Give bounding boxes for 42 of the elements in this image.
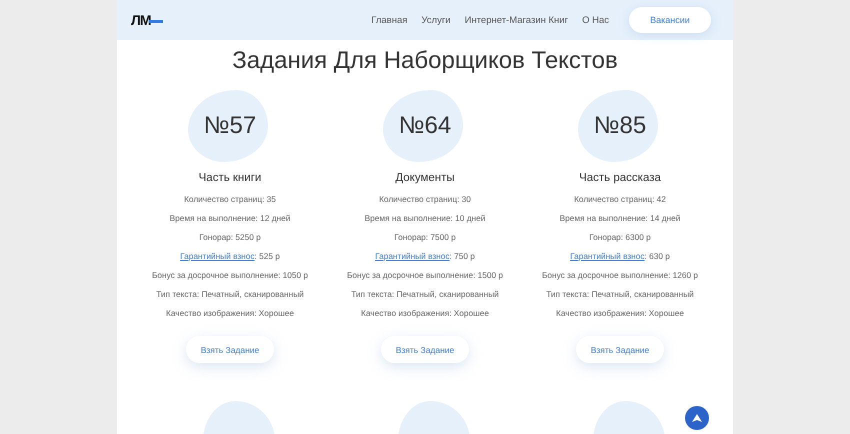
scroll-top-button[interactable]	[685, 406, 709, 430]
info-line: Тип текста: Печатный, сканированный	[351, 288, 499, 301]
deposit-link[interactable]: Гарантийный взнос	[570, 251, 645, 261]
info-line: Гонорар: 5250 р	[199, 231, 261, 244]
info-line: Гарантийный взнос: 525 р	[180, 250, 280, 263]
vacancies-button[interactable]: Вакансии	[629, 7, 711, 33]
info-line: Гарантийный взнос: 750 р	[375, 250, 475, 263]
info-line: Количество страниц: 35	[184, 193, 276, 206]
info-line: Количество страниц: 30	[379, 193, 471, 206]
info-line: Время на выполнение: 12 дней	[170, 212, 290, 225]
info-line: Бонус за досрочное выполнение: 1500 р	[346, 269, 504, 282]
nav-link[interactable]: Главная	[371, 14, 408, 26]
task-heading: Часть книги	[198, 172, 262, 184]
arrow-up-icon	[692, 414, 702, 422]
task-heading: Документы	[395, 172, 455, 184]
deposit-link[interactable]: Гарантийный взнос	[180, 251, 255, 261]
info-line: Гонорар: 6300 р	[589, 231, 651, 244]
info-line: Тип текста: Печатный, сканированный	[156, 288, 304, 301]
task-number: №64	[398, 112, 452, 140]
task-number: №57	[204, 112, 256, 140]
info-line: Гарантийный взнос: 630 р	[570, 250, 670, 263]
info-line: Качество изображения: Хорошее	[556, 307, 684, 320]
info-line: Качество изображения: Хорошее	[166, 307, 294, 320]
page-title: Задания Для Наборщиков Текстов	[231, 46, 619, 76]
info-line: Гонорар: 7500 р	[394, 231, 456, 244]
take-task-button[interactable]: Взять Задание	[576, 336, 664, 363]
info-line: Бонус за досрочное выполнение: 1050 р	[152, 269, 308, 282]
task-number: №85	[594, 112, 646, 140]
info-line: Тип текста: Печатный, сканированный	[546, 288, 694, 301]
nav-link[interactable]: Интернет-Магазин Книг	[464, 14, 568, 26]
info-line: Время на выполнение: 10 дней	[364, 212, 486, 225]
task-heading: Часть рассказа	[579, 172, 661, 184]
info-line: Количество страниц: 42	[574, 193, 666, 206]
nav-link[interactable]: О Нас	[582, 14, 609, 26]
take-task-button[interactable]: Взять Задание	[186, 336, 274, 363]
info-line: Бонус за досрочное выполнение: 1260 р	[542, 269, 698, 282]
nav-link[interactable]: Услуги	[421, 14, 451, 26]
take-task-button[interactable]: Взять Задание	[381, 336, 469, 363]
info-line: Качество изображения: Хорошее	[361, 307, 489, 320]
deposit-link[interactable]: Гарантийный взнос	[375, 251, 450, 261]
info-line: Время на выполнение: 14 дней	[560, 212, 680, 225]
logo[interactable]: ЛМ	[131, 12, 162, 28]
